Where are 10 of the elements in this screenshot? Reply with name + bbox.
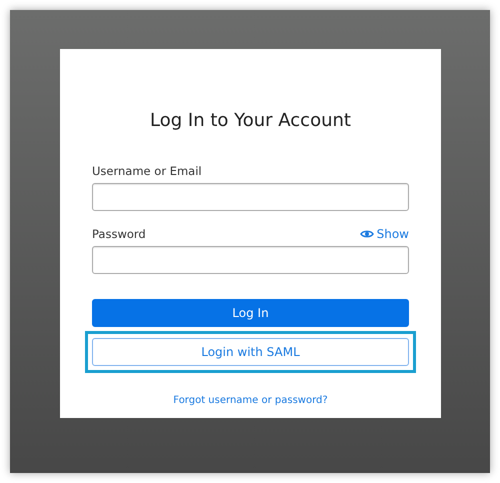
login-button[interactable]: Log In [92,299,409,328]
eye-icon [360,229,374,240]
form-title: Log In to Your Account [149,109,352,132]
saml-login-button[interactable]: Login with SAML [92,338,409,366]
field-label: Password [92,226,146,244]
password-field[interactable] [92,246,409,274]
forgot-link[interactable]: Forgot username or password? [173,395,328,406]
username-field[interactable] [92,183,409,212]
show-password-link[interactable]: Show [360,225,409,244]
field-label: Username or Email [92,163,202,180]
